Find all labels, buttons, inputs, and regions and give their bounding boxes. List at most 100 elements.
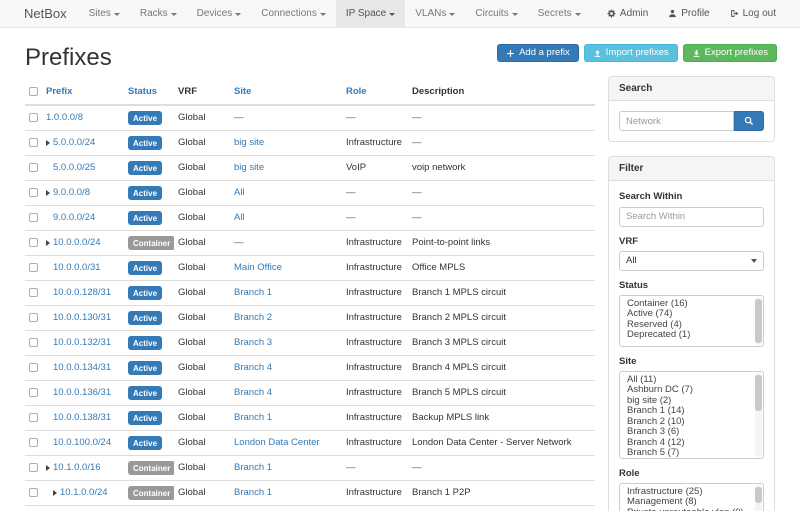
- row-select-cell: [25, 256, 42, 281]
- site-link[interactable]: Branch 1: [234, 412, 272, 423]
- site-link[interactable]: Branch 3: [234, 337, 272, 348]
- row-checkbox[interactable]: [29, 363, 38, 372]
- listbox-option[interactable]: Branch 3 (6): [620, 427, 763, 438]
- nav-item-vlans[interactable]: VLANs: [405, 0, 465, 27]
- nav-item-ip-space[interactable]: IP Space: [336, 0, 405, 27]
- scrollbar-thumb[interactable]: [755, 299, 762, 343]
- row-checkbox[interactable]: [29, 413, 38, 422]
- row-checkbox[interactable]: [29, 438, 38, 447]
- row-checkbox[interactable]: [29, 188, 38, 197]
- export-prefixes-button[interactable]: Export prefixes: [683, 44, 777, 62]
- listbox-option[interactable]: Ashburn DC (7): [620, 385, 763, 396]
- nav-item-admin[interactable]: Admin: [597, 0, 658, 27]
- listbox-option[interactable]: Branch 4 (12): [620, 438, 763, 449]
- search-button[interactable]: [734, 111, 764, 131]
- prefix-link[interactable]: 5.0.0.0/25: [53, 162, 95, 174]
- row-checkbox[interactable]: [29, 163, 38, 172]
- row-checkbox[interactable]: [29, 238, 38, 247]
- scrollbar-thumb[interactable]: [755, 487, 762, 503]
- site-link[interactable]: Main Office: [234, 262, 282, 273]
- row-checkbox[interactable]: [29, 288, 38, 297]
- nav-item-racks[interactable]: Racks: [130, 0, 187, 27]
- site-link[interactable]: Branch 4: [234, 362, 272, 373]
- listbox-option[interactable]: Branch 2 (10): [620, 417, 763, 428]
- site-link[interactable]: big site: [234, 162, 264, 173]
- prefix-link[interactable]: 10.1.0.0/24: [60, 487, 108, 499]
- status-cell: Active: [124, 131, 174, 156]
- row-checkbox[interactable]: [29, 313, 38, 322]
- filter-input-search-within[interactable]: [619, 207, 764, 227]
- row-checkbox[interactable]: [29, 138, 38, 147]
- site-link[interactable]: London Data Center: [234, 437, 320, 448]
- column-header-status[interactable]: Status: [124, 82, 174, 105]
- listbox-option[interactable]: Management (8): [620, 497, 763, 508]
- listbox-option[interactable]: Reserved (4): [620, 320, 763, 331]
- prefix-link[interactable]: 10.0.0.138/31: [53, 412, 111, 424]
- prefix-link[interactable]: 10.0.0.130/31: [53, 312, 111, 324]
- site-link[interactable]: Branch 2: [234, 312, 272, 323]
- table-row: 10.0.0.130/31ActiveGlobalBranch 2Infrast…: [25, 306, 595, 331]
- listbox-option[interactable]: Active (74): [620, 309, 763, 320]
- row-checkbox[interactable]: [29, 388, 38, 397]
- prefix-cell: 1.0.0.0/8: [42, 105, 124, 131]
- prefix-link[interactable]: 10.0.0.0/24: [53, 237, 101, 249]
- prefix-link[interactable]: 9.0.0.0/8: [53, 187, 90, 199]
- listbox-option[interactable]: big site (2): [620, 396, 763, 407]
- listbox-option[interactable]: Branch 5 (7): [620, 448, 763, 459]
- row-checkbox[interactable]: [29, 113, 38, 122]
- prefix-link[interactable]: 9.0.0.0/24: [53, 212, 95, 224]
- prefix-link[interactable]: 10.0.0.134/31: [53, 362, 111, 374]
- row-checkbox[interactable]: [29, 263, 38, 272]
- column-header-role[interactable]: Role: [342, 82, 408, 105]
- row-checkbox[interactable]: [29, 213, 38, 222]
- site-link[interactable]: All: [234, 212, 245, 223]
- scrollbar-thumb[interactable]: [755, 375, 762, 411]
- site-link[interactable]: Branch 1: [234, 287, 272, 298]
- prefix-link[interactable]: 10.0.0.128/31: [53, 287, 111, 299]
- empty-value: —: [412, 112, 422, 123]
- listbox-option[interactable]: Branch 1 (14): [620, 406, 763, 417]
- nav-item-sites[interactable]: Sites: [79, 0, 130, 27]
- site-link[interactable]: Branch 1: [234, 487, 272, 498]
- site-cell: Branch 2: [230, 306, 342, 331]
- add-a-prefix-button[interactable]: Add a prefix: [497, 44, 579, 62]
- prefix-link[interactable]: 10.1.0.0/16: [53, 462, 101, 474]
- row-checkbox[interactable]: [29, 488, 38, 497]
- brand-link[interactable]: NetBox: [18, 0, 79, 27]
- listbox-option[interactable]: Infrastructure (25): [620, 487, 763, 498]
- vrf-cell: Global: [174, 381, 230, 406]
- prefix-link[interactable]: 10.0.0.0/31: [53, 262, 101, 274]
- nav-item-circuits[interactable]: Circuits: [465, 0, 527, 27]
- listbox-option[interactable]: Container (16): [620, 299, 763, 310]
- nav-item-secrets[interactable]: Secrets: [528, 0, 591, 27]
- prefix-link[interactable]: 1.0.0.0/8: [46, 112, 83, 124]
- column-header-prefix[interactable]: Prefix: [42, 82, 124, 105]
- site-link[interactable]: Branch 4: [234, 387, 272, 398]
- filter-select-vrf[interactable]: All: [619, 251, 764, 271]
- site-link[interactable]: All: [234, 187, 245, 198]
- site-cell: Branch 3: [230, 331, 342, 356]
- nav-item-profile[interactable]: Profile: [658, 0, 719, 27]
- site-link[interactable]: big site: [234, 137, 264, 148]
- row-select-cell: [25, 481, 42, 506]
- column-header-site[interactable]: Site: [230, 82, 342, 105]
- import-prefixes-button[interactable]: Import prefixes: [584, 44, 678, 62]
- nav-item-log-out[interactable]: Log out: [720, 0, 786, 27]
- listbox-option[interactable]: Private unrouteable vlan (0): [620, 508, 763, 511]
- select-all-checkbox[interactable]: [29, 87, 38, 96]
- search-input[interactable]: [619, 111, 734, 131]
- row-select-cell: [25, 406, 42, 431]
- row-checkbox[interactable]: [29, 338, 38, 347]
- prefix-link[interactable]: 10.0.0.136/31: [53, 387, 111, 399]
- prefix-link[interactable]: 10.0.0.132/31: [53, 337, 111, 349]
- site-link[interactable]: Branch 1: [234, 462, 272, 473]
- row-checkbox[interactable]: [29, 463, 38, 472]
- listbox-option[interactable]: Deprecated (1): [620, 330, 763, 341]
- role-cell: Infrastructure: [342, 356, 408, 381]
- prefix-link[interactable]: 10.0.100.0/24: [53, 437, 111, 449]
- nav-item-connections[interactable]: Connections: [251, 0, 336, 27]
- prefix-link[interactable]: 5.0.0.0/24: [53, 137, 95, 149]
- prefix-cell: 10.0.0.0/31: [42, 256, 124, 281]
- listbox-option[interactable]: All (11): [620, 375, 763, 386]
- nav-item-devices[interactable]: Devices: [187, 0, 252, 27]
